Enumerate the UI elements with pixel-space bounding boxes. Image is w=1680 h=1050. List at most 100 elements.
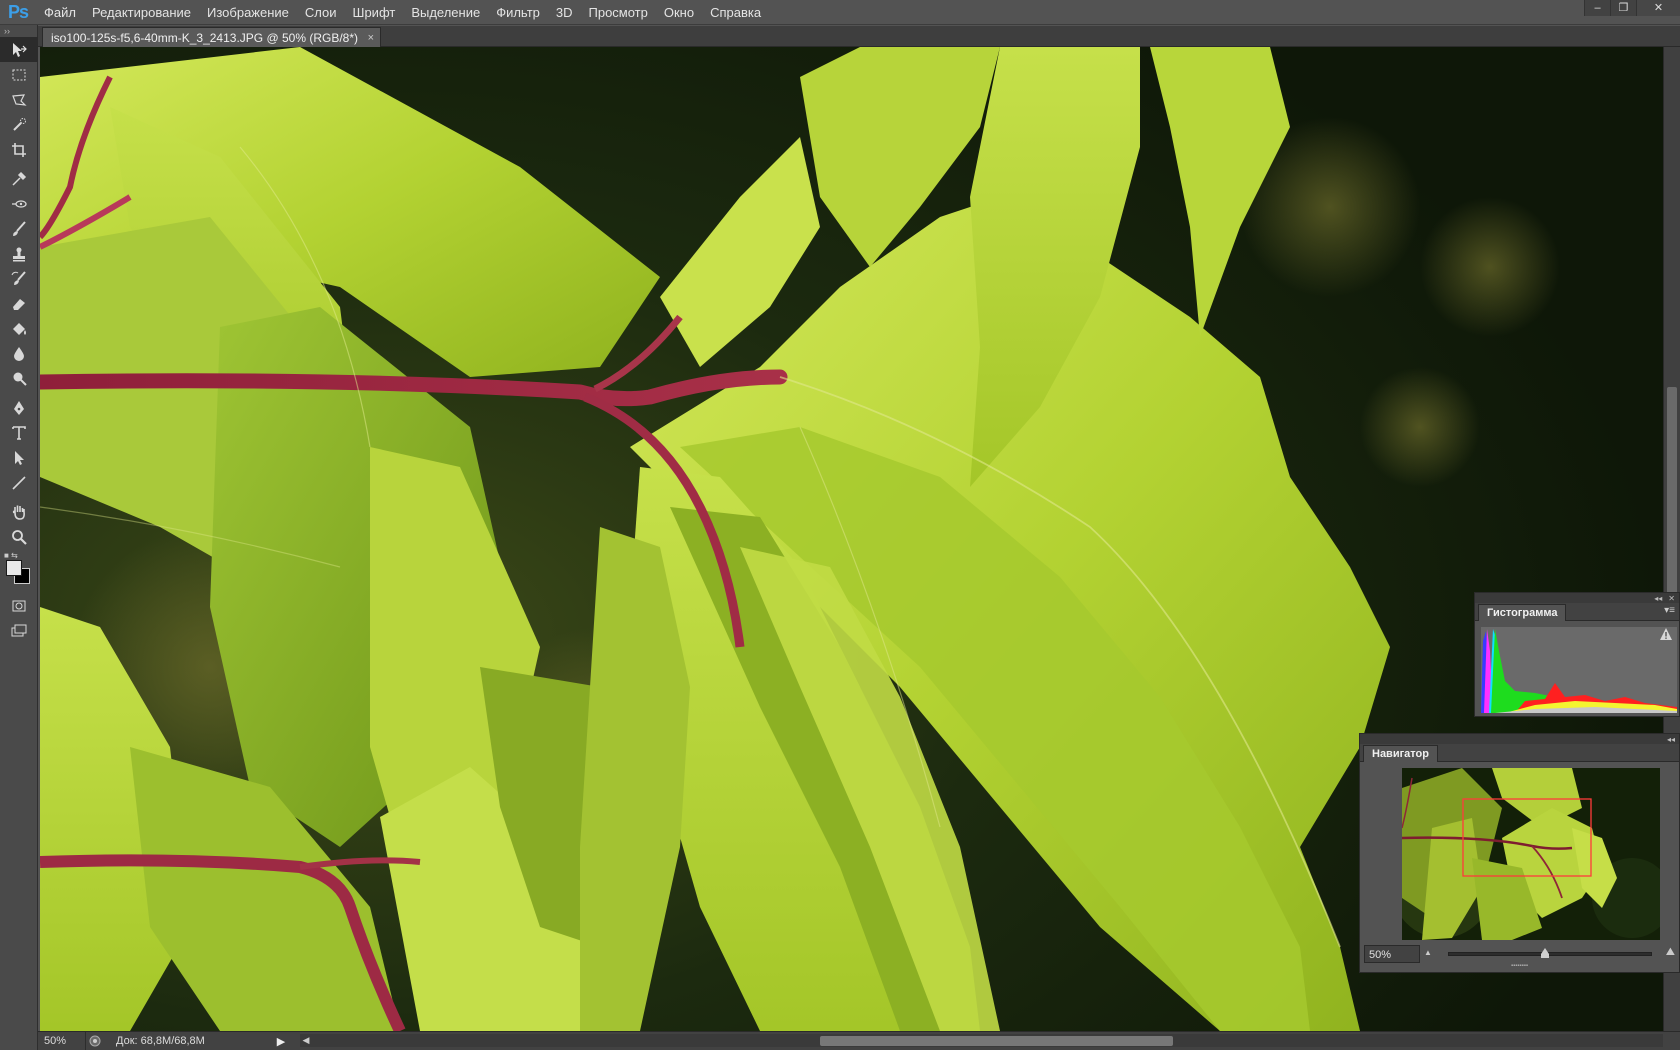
foreground-color-swatch[interactable] bbox=[6, 560, 22, 576]
eraser-tool[interactable] bbox=[0, 291, 38, 316]
window-controls: ‒ ❐ ✕ bbox=[1584, 0, 1680, 16]
navigator-panel-header: ◂◂ bbox=[1360, 734, 1679, 744]
type-tool[interactable] bbox=[0, 420, 38, 445]
zoom-out-icon[interactable]: ▲ bbox=[1424, 948, 1432, 957]
hand-tool[interactable] bbox=[0, 499, 38, 524]
navigator-thumbnail[interactable] bbox=[1402, 768, 1660, 940]
collapse-panel-icon[interactable]: ◂◂ bbox=[1654, 594, 1662, 603]
brush-icon bbox=[13, 220, 26, 236]
menu-select[interactable]: Выделение bbox=[403, 0, 488, 25]
cache-warning-icon[interactable] bbox=[1659, 627, 1673, 641]
menu-image[interactable]: Изображение bbox=[199, 0, 297, 25]
histogram-panel: ◂◂ ✕ Гистограмма ▾≡ bbox=[1474, 592, 1680, 717]
quick-selection-tool[interactable] bbox=[0, 112, 38, 137]
histogram-graph bbox=[1481, 627, 1677, 713]
horizontal-scrollbar-thumb[interactable] bbox=[820, 1036, 1173, 1046]
paint-bucket-tool[interactable] bbox=[0, 316, 38, 341]
lasso-icon bbox=[12, 93, 27, 106]
minimize-button[interactable]: ‒ bbox=[1584, 0, 1610, 16]
marquee-icon bbox=[12, 69, 26, 80]
menu-edit[interactable]: Редактирование bbox=[84, 0, 199, 25]
eraser-icon bbox=[13, 298, 25, 310]
panel-menu-icon[interactable]: ▾≡ bbox=[1664, 605, 1675, 616]
blur-tool[interactable] bbox=[0, 341, 38, 366]
quick-selection-icon bbox=[13, 117, 26, 131]
eyedropper-icon bbox=[12, 171, 27, 186]
menu-window[interactable]: Окно bbox=[656, 0, 702, 25]
menu-help[interactable]: Справка bbox=[702, 0, 769, 25]
path-selection-tool[interactable] bbox=[0, 445, 38, 470]
navigator-preview bbox=[1402, 768, 1660, 940]
status-info-icon[interactable] bbox=[86, 1032, 104, 1050]
line-icon bbox=[12, 475, 26, 490]
navigator-zoom-input[interactable]: 50% bbox=[1364, 945, 1420, 963]
restore-button[interactable]: ❐ bbox=[1610, 0, 1636, 16]
screen-mode-icon bbox=[11, 624, 27, 636]
eyedropper-tool[interactable] bbox=[0, 166, 38, 191]
status-zoom-field[interactable]: 50% bbox=[38, 1031, 86, 1050]
menu-bar: Ps Файл Редактирование Изображение Слои … bbox=[0, 0, 1680, 25]
quick-mask-button[interactable] bbox=[0, 593, 38, 618]
path-select-icon bbox=[15, 450, 24, 465]
navigator-tab-row: Навигатор bbox=[1360, 744, 1679, 762]
histogram-panel-header: ◂◂ ✕ bbox=[1475, 593, 1679, 603]
hand-icon bbox=[12, 505, 25, 520]
close-button[interactable]: ✕ bbox=[1636, 0, 1680, 16]
menu-filter[interactable]: Фильтр bbox=[488, 0, 548, 25]
histogram-tab-row: Гистограмма ▾≡ bbox=[1475, 603, 1679, 621]
tools-panel: ›› ■ ⇆ bbox=[0, 25, 38, 1050]
collapse-panel-icon[interactable]: ◂◂ bbox=[1667, 735, 1675, 744]
zoom-in-icon[interactable]: ⛰ bbox=[1666, 946, 1675, 959]
document-tab[interactable]: iso100-125s-f5,6-40mm-K_3_2413.JPG @ 50%… bbox=[42, 27, 381, 47]
document-tab-title: iso100-125s-f5,6-40mm-K_3_2413.JPG @ 50%… bbox=[51, 31, 358, 45]
rect-marquee-tool[interactable] bbox=[0, 62, 38, 87]
dodge-tool[interactable] bbox=[0, 366, 38, 391]
menu-file[interactable]: Файл bbox=[36, 0, 84, 25]
crop-tool[interactable] bbox=[0, 137, 38, 162]
lasso-tool[interactable] bbox=[0, 87, 38, 112]
navigator-zoom-slider[interactable] bbox=[1448, 948, 1652, 958]
color-swatches: ■ ⇆ bbox=[0, 549, 38, 593]
move-tool[interactable] bbox=[0, 37, 38, 62]
history-brush-icon bbox=[11, 270, 26, 285]
menu-view[interactable]: Просмотр bbox=[581, 0, 656, 25]
blur-drop-icon bbox=[14, 346, 24, 361]
navigator-zoom-row: 50% ▲ ⛰ bbox=[1360, 944, 1679, 964]
menu-layer[interactable]: Слои bbox=[297, 0, 345, 25]
app-logo: Ps bbox=[7, 1, 29, 22]
type-icon bbox=[12, 425, 26, 440]
close-tab-icon[interactable]: × bbox=[368, 28, 374, 48]
stamp-icon bbox=[13, 247, 25, 261]
photoshop-window: Ps Файл Редактирование Изображение Слои … bbox=[0, 0, 1680, 1050]
bucket-icon bbox=[13, 322, 26, 335]
tools-panel-collapse[interactable]: ›› bbox=[0, 25, 37, 37]
move-icon bbox=[13, 42, 27, 57]
scroll-left-arrow-icon[interactable]: ◀ bbox=[300, 1034, 312, 1047]
swap-colors-icon[interactable]: ■ ⇆ bbox=[4, 551, 34, 560]
brush-tool[interactable] bbox=[0, 216, 38, 241]
panel-resize-grip[interactable]: ▪▪▪▪▪▪▪▪ bbox=[1360, 963, 1679, 969]
navigator-panel: ◂◂ Навигатор 50% ▲ ⛰ ▪▪▪▪▪▪▪▪ bbox=[1359, 733, 1680, 973]
menu-3d[interactable]: 3D bbox=[548, 0, 581, 25]
healing-icon bbox=[12, 199, 27, 208]
spot-healing-tool[interactable] bbox=[0, 191, 38, 216]
horizontal-scrollbar[interactable]: ◀ bbox=[300, 1034, 1663, 1047]
line-tool[interactable] bbox=[0, 470, 38, 495]
status-doc-size: Док: 68,8M/68,8M bbox=[116, 1034, 205, 1047]
zoom-tool[interactable] bbox=[0, 524, 38, 549]
tab-navigator[interactable]: Навигатор bbox=[1363, 745, 1438, 762]
zoom-icon bbox=[12, 529, 27, 545]
pen-tool[interactable] bbox=[0, 395, 38, 420]
histogram-view bbox=[1475, 621, 1679, 717]
navigator-view bbox=[1360, 762, 1679, 944]
status-menu-arrow-icon[interactable]: ▶ bbox=[274, 1035, 288, 1048]
pen-icon bbox=[14, 400, 24, 415]
document-tab-bar: iso100-125s-f5,6-40mm-K_3_2413.JPG @ 50%… bbox=[38, 26, 1680, 47]
navigator-zoom-slider-knob[interactable] bbox=[1541, 948, 1549, 958]
tab-histogram[interactable]: Гистограмма bbox=[1478, 604, 1567, 621]
close-panel-icon[interactable]: ✕ bbox=[1668, 594, 1675, 603]
menu-type[interactable]: Шрифт bbox=[345, 0, 404, 25]
history-brush-tool[interactable] bbox=[0, 266, 38, 291]
screen-mode-button[interactable] bbox=[0, 618, 38, 643]
clone-stamp-tool[interactable] bbox=[0, 241, 38, 266]
